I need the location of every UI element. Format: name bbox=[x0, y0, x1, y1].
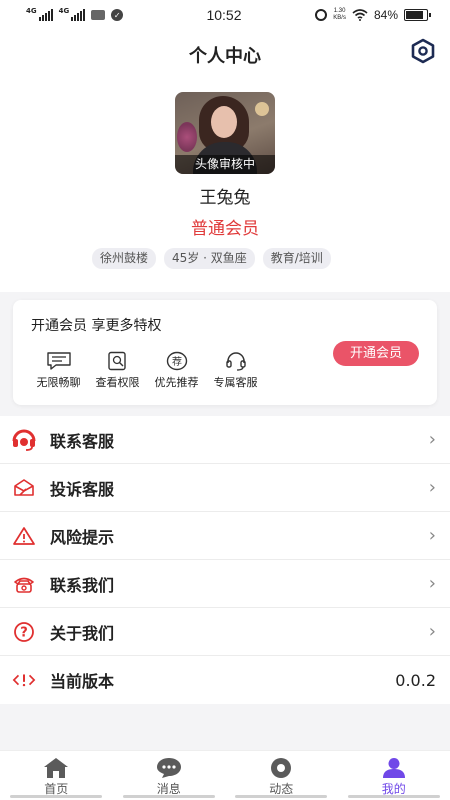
chevron-right-icon: › bbox=[428, 621, 436, 642]
tab-indicator bbox=[235, 795, 328, 798]
avatar-photo-detail bbox=[177, 122, 197, 152]
username: 王兔兔 bbox=[199, 188, 251, 208]
chat-icon bbox=[46, 350, 72, 372]
check-icon: ✓ bbox=[111, 9, 124, 21]
network-label-2: 4G bbox=[58, 6, 70, 15]
vip-title: 开通会员 享更多特权 bbox=[31, 318, 162, 334]
menu-contact-service[interactable]: 联系客服 › bbox=[0, 416, 450, 464]
perk-exclusive-service[interactable]: 专属客服 bbox=[206, 350, 265, 390]
menu-label: 联系客服 bbox=[50, 431, 115, 451]
page-title: 个人中心 bbox=[189, 46, 261, 67]
perk-label: 查看权限 bbox=[95, 376, 140, 389]
speed-value: 1.30 bbox=[333, 8, 346, 14]
view-permission-icon bbox=[105, 350, 131, 372]
warning-icon bbox=[12, 524, 36, 548]
profile-section: 个人中心 头像审核中 王兔兔 普通会员 徐州鼓楼 45岁 · 双鱼座 教育/培训 bbox=[0, 30, 450, 292]
recommend-icon: 荐 bbox=[164, 350, 190, 372]
tab-indicator bbox=[122, 795, 215, 798]
open-vip-button[interactable]: 开通会员 bbox=[333, 341, 419, 366]
wifi-icon bbox=[352, 9, 368, 21]
chevron-right-icon: › bbox=[428, 573, 436, 594]
vip-perks: 无限畅聊 查看权限 荐 优先推荐 专属客服 bbox=[29, 350, 265, 390]
menu-label: 投诉客服 bbox=[50, 479, 115, 499]
profile-tags: 徐州鼓楼 45岁 · 双鱼座 教育/培训 bbox=[92, 248, 331, 269]
signal-icon bbox=[71, 9, 86, 21]
status-bar: 4G 4G ✓ 10:52 1.30 KB/s 84% bbox=[0, 0, 450, 30]
network-speed: 1.30 KB/s bbox=[333, 8, 346, 22]
question-icon: ? bbox=[12, 620, 36, 644]
vip-card: 开通会员 享更多特权 无限畅聊 查看权限 荐 优先推荐 专属客服 开通会员 bbox=[13, 300, 437, 405]
avatar-photo-detail bbox=[255, 102, 269, 116]
tab-moments[interactable]: 动态 bbox=[225, 751, 338, 800]
message-icon bbox=[156, 757, 182, 779]
version-icon bbox=[12, 668, 36, 692]
menu-current-version: 当前版本 0.0.2 bbox=[0, 656, 450, 704]
svg-text:荐: 荐 bbox=[172, 356, 182, 368]
member-level: 普通会员 bbox=[191, 219, 259, 239]
perk-label: 专属客服 bbox=[213, 376, 258, 389]
menu-complaint[interactable]: 投诉客服 › bbox=[0, 464, 450, 512]
avatar[interactable]: 头像审核中 bbox=[175, 92, 275, 174]
chevron-right-icon: › bbox=[428, 477, 436, 498]
tag-age-zodiac: 45岁 · 双鱼座 bbox=[164, 248, 255, 269]
moments-icon bbox=[268, 757, 294, 779]
chevron-right-icon: › bbox=[428, 429, 436, 450]
menu-risk-warning[interactable]: 风险提示 › bbox=[0, 512, 450, 560]
avatar-review-badge: 头像审核中 bbox=[175, 155, 275, 174]
perk-view-permission[interactable]: 查看权限 bbox=[88, 350, 147, 390]
profile-icon bbox=[381, 757, 407, 779]
tag-location: 徐州鼓楼 bbox=[92, 248, 157, 269]
settings-menu: 联系客服 › 投诉客服 › 风险提示 › 联系我们 › ? 关于我们 › 当前版… bbox=[0, 416, 450, 704]
tab-home[interactable]: 首页 bbox=[0, 751, 113, 800]
bottom-tab-bar: 首页 消息 动态 我的 bbox=[0, 750, 450, 800]
status-left: 4G 4G ✓ bbox=[26, 6, 176, 21]
version-value: 0.0.2 bbox=[395, 670, 436, 690]
menu-label: 关于我们 bbox=[50, 623, 115, 643]
perk-priority-recommend[interactable]: 荐 优先推荐 bbox=[147, 350, 206, 390]
notification-icon bbox=[91, 10, 106, 20]
menu-about-us[interactable]: ? 关于我们 › bbox=[0, 608, 450, 656]
menu-label: 联系我们 bbox=[50, 575, 115, 595]
speed-unit: KB/s bbox=[333, 15, 346, 21]
svg-text:?: ? bbox=[20, 625, 28, 640]
tab-indicator bbox=[10, 795, 103, 798]
menu-label: 当前版本 bbox=[50, 672, 115, 691]
home-icon bbox=[43, 757, 69, 779]
battery-icon bbox=[404, 9, 431, 21]
tab-mine[interactable]: 我的 bbox=[338, 751, 450, 800]
perk-label: 无限畅聊 bbox=[36, 376, 81, 389]
customer-service-icon bbox=[12, 428, 36, 452]
complaint-icon bbox=[12, 476, 36, 500]
status-time: 10:52 bbox=[206, 7, 242, 23]
hexagon-settings-icon bbox=[411, 38, 435, 64]
network-label-1: 4G bbox=[26, 6, 37, 15]
perk-unlimited-chat[interactable]: 无限畅聊 bbox=[29, 350, 88, 390]
battery-fill bbox=[406, 11, 423, 19]
status-right: 1.30 KB/s 84% bbox=[278, 8, 431, 22]
signal-icon bbox=[38, 9, 53, 21]
tab-indicator bbox=[347, 795, 440, 798]
perk-label: 优先推荐 bbox=[154, 376, 199, 389]
headset-icon bbox=[223, 350, 249, 372]
settings-button[interactable] bbox=[410, 38, 436, 64]
chevron-right-icon: › bbox=[428, 525, 436, 546]
phone-icon bbox=[12, 572, 36, 596]
menu-label: 风险提示 bbox=[50, 527, 115, 547]
alarm-icon bbox=[315, 9, 328, 21]
battery-percent: 84% bbox=[373, 8, 398, 22]
tab-messages[interactable]: 消息 bbox=[113, 751, 226, 800]
avatar-photo-detail bbox=[211, 106, 237, 138]
tag-occupation: 教育/培训 bbox=[262, 248, 331, 269]
menu-contact-us[interactable]: 联系我们 › bbox=[0, 560, 450, 608]
